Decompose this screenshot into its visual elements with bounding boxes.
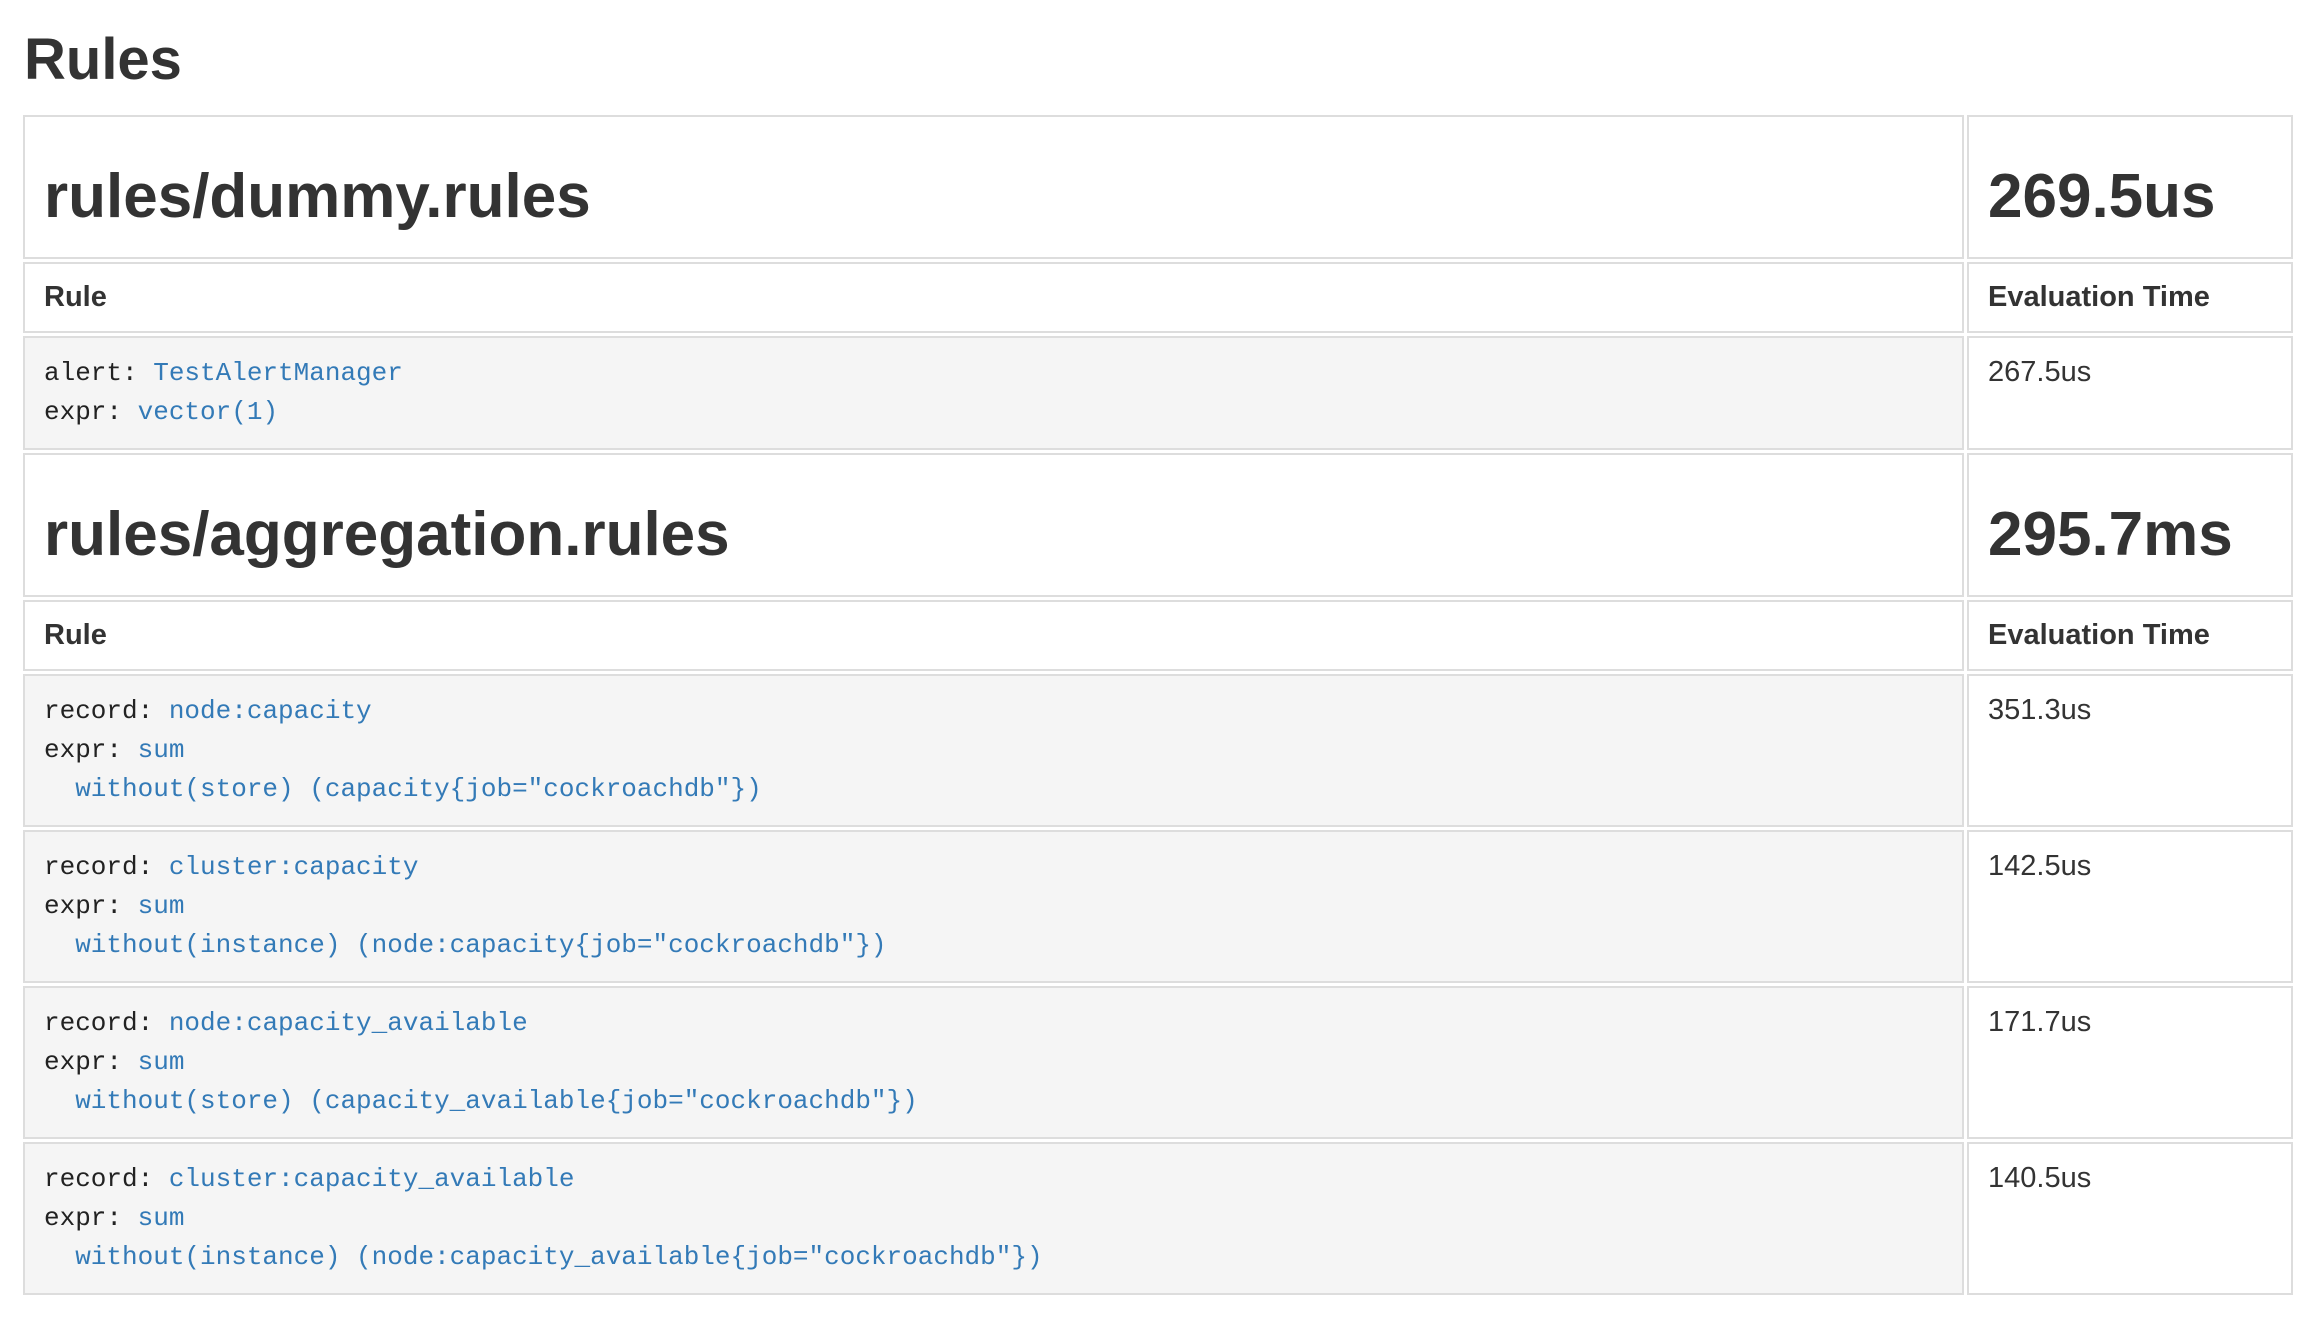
rule-group-eval-time-cell: 269.5us (1967, 115, 2293, 259)
rule-keyword: record: (44, 1008, 169, 1038)
rule-row: record: node:capacity expr: sum without(… (23, 674, 2293, 827)
rule-eval-time-cell: 267.5us (1967, 336, 2293, 450)
evaluation-time-column-header: Evaluation Time (1967, 600, 2293, 671)
rule-row: record: cluster:capacity_available expr:… (23, 1142, 2293, 1295)
rule-keyword: expr: (44, 1203, 138, 1233)
rule-expression-link[interactable]: sum without(store) (capacity_available{j… (44, 1047, 918, 1116)
rule-row: alert: TestAlertManager expr: vector(1) 2… (23, 336, 2293, 450)
evaluation-time-column-header: Evaluation Time (1967, 262, 2293, 333)
rules-column-header-row: RuleEvaluation Time (23, 600, 2293, 671)
rule-keyword: expr: (44, 1047, 138, 1077)
rule-group-file-name: rules/aggregation.rules (44, 501, 1943, 569)
rule-definition-cell: record: cluster:capacity_available expr:… (23, 1142, 1964, 1295)
rule-eval-time-cell: 171.7us (1967, 986, 2293, 1139)
rule-expression-link[interactable]: node:capacity (169, 696, 372, 726)
rule-row: record: cluster:capacity expr: sum witho… (23, 830, 2293, 983)
rule-group-eval-time-cell: 295.7ms (1967, 453, 2293, 597)
rule-keyword: expr: (44, 891, 138, 921)
rule-keyword: expr: (44, 735, 138, 765)
rule-eval-time-cell: 140.5us (1967, 1142, 2293, 1295)
rule-group-file-name: rules/dummy.rules (44, 163, 1943, 231)
rule-definition-cell: record: cluster:capacity expr: sum witho… (23, 830, 1964, 983)
rule-definition: record: node:capacity_available expr: su… (44, 1004, 1943, 1121)
rule-expression-link[interactable]: sum without(store) (capacity{job="cockro… (44, 735, 762, 804)
rule-eval-time-cell: 142.5us (1967, 830, 2293, 983)
rule-keyword: record: (44, 852, 169, 882)
rule-expression-link[interactable]: TestAlertManager (153, 358, 403, 388)
rule-eval-time-cell: 351.3us (1967, 674, 2293, 827)
rule-expression-link[interactable]: sum without(instance) (node:capacity_ava… (44, 1203, 1043, 1272)
rule-definition-cell: record: node:capacity_available expr: su… (23, 986, 1964, 1139)
rule-expression-link[interactable]: cluster:capacity (169, 852, 419, 882)
rule-keyword: record: (44, 696, 169, 726)
rule-expression-link[interactable]: cluster:capacity_available (169, 1164, 575, 1194)
rule-expression-link[interactable]: vector(1) (138, 397, 278, 427)
rule-definition: record: cluster:capacity_available expr:… (44, 1160, 1943, 1277)
rule-group-eval-time: 295.7ms (1988, 501, 2272, 569)
rule-definition-cell: alert: TestAlertManager expr: vector(1) (23, 336, 1964, 450)
rule-expression-link[interactable]: node:capacity_available (169, 1008, 528, 1038)
rule-definition: record: cluster:capacity expr: sum witho… (44, 848, 1943, 965)
rule-group-eval-time: 269.5us (1988, 163, 2272, 231)
rule-group-header-row: rules/dummy.rules 269.5us (23, 115, 2293, 259)
rule-keyword: expr: (44, 397, 138, 427)
page-title: Rules (24, 28, 2296, 92)
rule-keyword: record: (44, 1164, 169, 1194)
rule-definition-cell: record: node:capacity expr: sum without(… (23, 674, 1964, 827)
rule-column-header: Rule (23, 600, 1964, 671)
rules-table-body: rules/dummy.rules269.5usRuleEvaluation T… (23, 115, 2293, 1295)
rule-column-header: Rule (23, 262, 1964, 333)
rule-definition: alert: TestAlertManager expr: vector(1) (44, 354, 1943, 432)
rule-definition: record: node:capacity expr: sum without(… (44, 692, 1943, 809)
rules-table: rules/dummy.rules269.5usRuleEvaluation T… (20, 112, 2296, 1298)
rule-group-file-cell: rules/dummy.rules (23, 115, 1964, 259)
rule-group-header-row: rules/aggregation.rules 295.7ms (23, 453, 2293, 597)
rules-column-header-row: RuleEvaluation Time (23, 262, 2293, 333)
rule-group-file-cell: rules/aggregation.rules (23, 453, 1964, 597)
rule-expression-link[interactable]: sum without(instance) (node:capacity{job… (44, 891, 887, 960)
rule-keyword: alert: (44, 358, 153, 388)
rule-row: record: node:capacity_available expr: su… (23, 986, 2293, 1139)
